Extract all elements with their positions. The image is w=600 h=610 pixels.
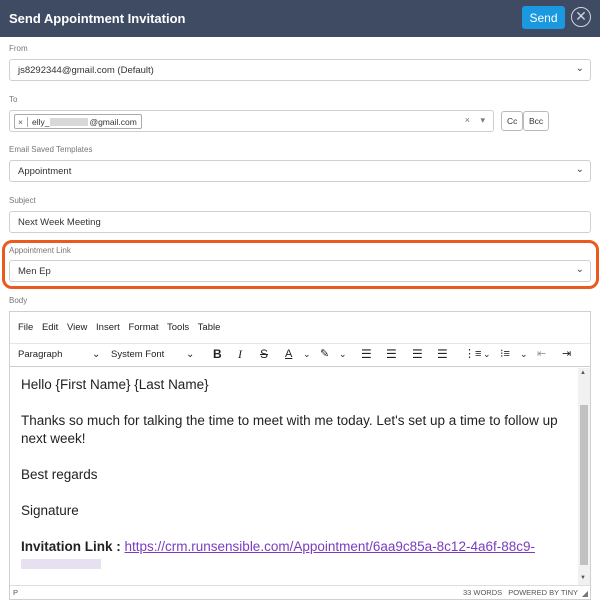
chevron-down-icon: ⌄ — [92, 349, 101, 360]
invitation-line: Invitation Link : https://crm.runsensibl… — [21, 538, 567, 574]
dropdown-icon[interactable]: ▾ — [480, 115, 485, 125]
align-left-icon[interactable]: ☰ — [361, 347, 372, 361]
recipient-prefix: elly_ — [31, 117, 50, 127]
resize-handle-icon[interactable]: ◢ — [582, 589, 588, 598]
appointment-link-value: Men Ep — [18, 266, 51, 277]
justify-icon[interactable]: ☰ — [437, 347, 448, 361]
chevron-down-icon: ⌄ — [575, 264, 584, 275]
scroll-up-icon[interactable]: ▲ — [580, 370, 586, 376]
highlight-icon[interactable]: ✎ — [320, 347, 329, 360]
modal-header: Send Appointment Invitation Send ✕ — [0, 0, 600, 37]
scrollbar-thumb[interactable] — [580, 405, 588, 565]
modal-title: Send Appointment Invitation — [9, 11, 186, 26]
subject-input[interactable]: Next Week Meeting — [9, 211, 591, 233]
scroll-down-icon[interactable]: ▼ — [580, 575, 586, 581]
chevron-down-icon: ⌄ — [303, 349, 311, 359]
from-select[interactable]: js8292344@gmail.com (Default) ⌄ — [9, 59, 591, 81]
indent-icon[interactable]: ⇥ — [562, 347, 571, 360]
editor-content[interactable]: Hello {First Name} {Last Name} Thanks so… — [10, 368, 578, 585]
align-right-icon[interactable]: ☰ — [412, 347, 423, 361]
body-label: Body — [9, 296, 28, 305]
element-path[interactable]: P — [13, 588, 18, 597]
appointment-link-select[interactable]: Men Ep ⌄ — [9, 260, 591, 282]
recipient-suffix: @gmail.com — [89, 117, 137, 127]
recipient-chip: × elly_ @gmail.com — [14, 114, 142, 129]
send-button[interactable]: Send — [522, 6, 565, 29]
blurred-link-text — [21, 559, 101, 569]
menu-insert[interactable]: Insert — [96, 322, 120, 333]
editor-statusbar: P 33 WORDS POWERED BY TINY ◢ — [10, 585, 590, 599]
status-right: 33 WORDS POWERED BY TINY — [463, 588, 578, 597]
redacted-text — [50, 118, 89, 126]
to-field[interactable]: × elly_ @gmail.com × ▾ — [9, 110, 494, 132]
chevron-down-icon: ⌄ — [575, 63, 584, 74]
block-format-value: Paragraph — [18, 349, 63, 360]
bold-icon[interactable]: B — [213, 347, 222, 361]
menu-view[interactable]: View — [67, 322, 87, 333]
bullet-list-icon[interactable]: ⁝≡ — [500, 347, 510, 360]
from-value: js8292344@gmail.com (Default) — [18, 65, 154, 76]
closing-text: Best regards — [21, 467, 98, 482]
block-format-select[interactable]: Paragraph — [18, 349, 62, 360]
subject-value: Next Week Meeting — [18, 217, 101, 228]
menu-tools[interactable]: Tools — [167, 322, 189, 333]
from-label: From — [9, 44, 28, 53]
appointment-link-label: Appointment Link — [9, 246, 71, 255]
font-family-value: System Font — [111, 349, 165, 360]
text-color-icon[interactable]: A — [285, 348, 292, 360]
greeting-text: Hello {First Name} {Last Name} — [21, 377, 209, 392]
body-paragraph: Thanks so much for talking the time to m… — [21, 413, 558, 446]
font-family-select[interactable]: System Font — [111, 349, 164, 360]
menu-edit[interactable]: Edit — [42, 322, 58, 333]
remove-recipient-icon[interactable]: × — [18, 117, 28, 127]
menu-file[interactable]: File — [18, 322, 33, 333]
chevron-down-icon: ⌄ — [339, 349, 347, 359]
invitation-label: Invitation Link : — [21, 539, 121, 554]
strikethrough-icon[interactable]: S — [260, 347, 268, 361]
templates-value: Appointment — [18, 166, 72, 177]
templates-select[interactable]: Appointment ⌄ — [9, 160, 591, 182]
subject-label: Subject — [9, 196, 36, 205]
to-label: To — [9, 95, 18, 104]
clear-icon[interactable]: × — [465, 115, 470, 125]
menu-format[interactable]: Format — [128, 322, 158, 333]
chevron-down-icon: ⌄ — [575, 164, 584, 175]
templates-label: Email Saved Templates — [9, 145, 93, 154]
outdent-icon[interactable]: ⇤ — [537, 347, 546, 360]
word-count: 33 WORDS — [462, 588, 503, 597]
align-center-icon[interactable]: ☰ — [386, 347, 397, 361]
rich-text-editor: File Edit View Insert Format Tools Table… — [9, 311, 591, 600]
signature-text: Signature — [21, 503, 79, 518]
numbered-list-icon[interactable]: ⋮≡ — [464, 347, 481, 360]
chevron-down-icon: ⌄ — [186, 349, 195, 360]
to-controls: × ▾ — [465, 115, 485, 126]
chevron-down-icon: ⌄ — [520, 349, 528, 359]
editor-toolbar: Paragraph ⌄ System Font ⌄ B I S A ⌄ ✎ ⌄ … — [10, 343, 590, 367]
editor-scrollbar[interactable]: ▲ ▼ — [578, 368, 590, 585]
chevron-down-icon: ⌄ — [483, 349, 491, 359]
italic-icon[interactable]: I — [238, 347, 242, 362]
cc-button[interactable]: Cc — [501, 111, 524, 131]
powered-by[interactable]: POWERED BY TINY — [508, 588, 578, 597]
bcc-button[interactable]: Bcc — [523, 111, 550, 131]
invitation-link[interactable]: https://crm.runsensible.com/Appointment/… — [125, 539, 535, 554]
menu-table[interactable]: Table — [198, 322, 221, 333]
editor-menubar: File Edit View Insert Format Tools Table — [18, 322, 226, 333]
close-icon[interactable]: ✕ — [571, 7, 591, 27]
